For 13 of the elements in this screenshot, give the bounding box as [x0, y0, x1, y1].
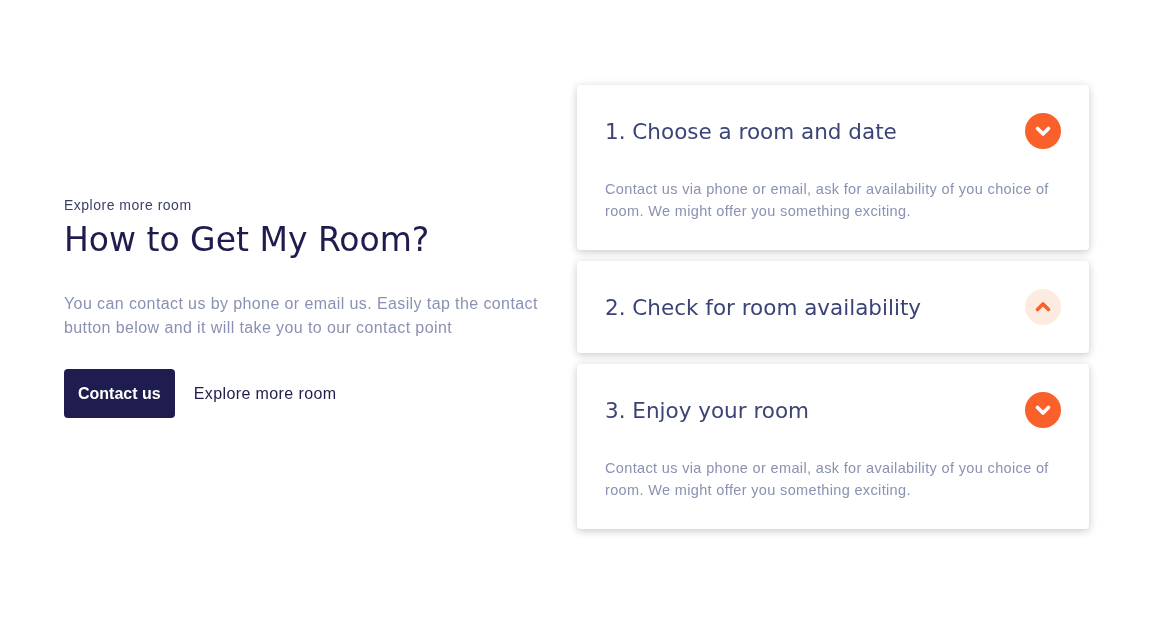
- chevron-up-icon[interactable]: [1025, 289, 1061, 325]
- step-description: Contact us via phone or email, ask for availability of you choice of room. We might offer you something exciting.: [605, 180, 1050, 221]
- step-title[interactable]: 3. Enjoy your room: [605, 397, 810, 423]
- eyebrow-text: Explore more room: [64, 196, 193, 214]
- chevron-down-icon[interactable]: [1025, 113, 1061, 149]
- section-heading: How to Get My Room?: [64, 220, 431, 260]
- chevron-down-icon[interactable]: [1025, 392, 1061, 428]
- explore-link[interactable]: Explore more room: [193, 384, 337, 403]
- step-title[interactable]: 2. Check for room availability: [605, 294, 922, 320]
- description-text: You can contact us by phone or email us. Easily tap the contact button below and it will take you to our contact point: [64, 294, 539, 338]
- contact-button[interactable]: Contact us: [64, 369, 175, 418]
- step-description: Contact us via phone or email, ask for availability of you choice of room. We might offer you something exciting.: [605, 459, 1050, 500]
- step-title[interactable]: 1. Choose a room and date: [605, 118, 897, 144]
